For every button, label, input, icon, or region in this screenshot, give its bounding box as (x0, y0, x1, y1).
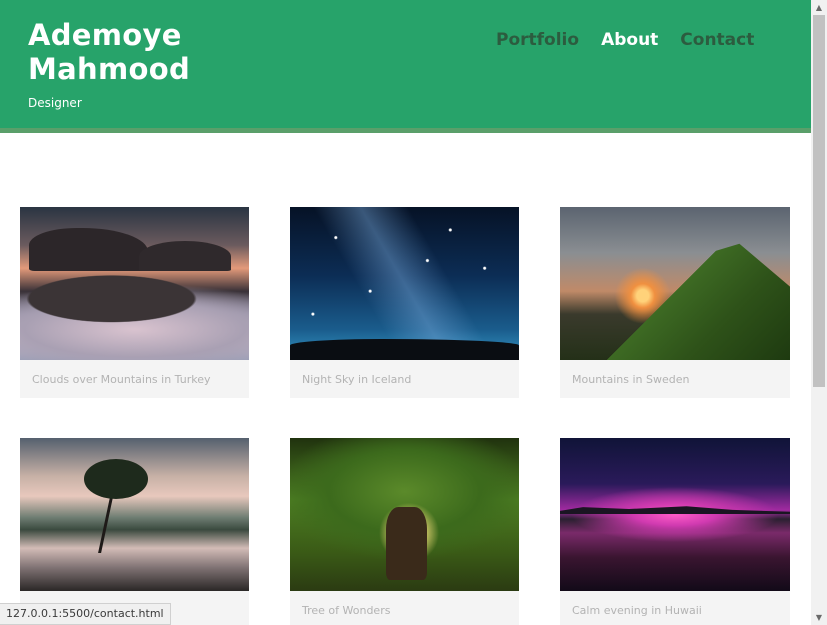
gallery-caption: Night Sky in Iceland (302, 373, 412, 386)
vertical-scrollbar[interactable]: ▲ ▼ (811, 0, 827, 625)
photo-gallery: Clouds over Mountains in Turkey Night Sk… (20, 207, 791, 625)
gallery-image[interactable] (20, 207, 249, 360)
scrollbar-thumb[interactable] (813, 15, 825, 387)
nav-link-about[interactable]: About (601, 30, 658, 50)
gallery-image[interactable] (290, 438, 519, 591)
gallery-card[interactable]: Clouds over Mountains in Turkey (20, 207, 249, 398)
link-status-bar: 127.0.0.1:5500/contact.html (0, 603, 171, 625)
gallery-card[interactable]: Tree of Wonders (290, 438, 519, 625)
gallery-image[interactable] (560, 207, 790, 360)
gallery-caption: Calm evening in Huwaii (572, 604, 702, 617)
nav-link-portfolio[interactable]: Portfolio (496, 30, 579, 50)
gallery-image[interactable] (20, 438, 249, 591)
gallery-card[interactable]: Night Sky in Iceland (290, 207, 519, 398)
gallery-image[interactable] (560, 438, 790, 591)
gallery-caption: Tree of Wonders (302, 604, 391, 617)
main-nav: Portfolio About Contact (496, 30, 754, 50)
gallery-card[interactable] (20, 438, 249, 625)
gallery-caption: Mountains in Sweden (572, 373, 690, 386)
gallery-card[interactable]: Mountains in Sweden (560, 207, 790, 398)
site-tagline: Designer (28, 96, 82, 110)
gallery-caption: Clouds over Mountains in Turkey (32, 373, 211, 386)
gallery-image[interactable] (290, 207, 519, 360)
nav-link-contact[interactable]: Contact (680, 30, 754, 50)
site-header: Ademoye Mahmood Designer Portfolio About… (0, 0, 811, 133)
gallery-card[interactable]: Calm evening in Huwaii (560, 438, 790, 625)
triangle-up-icon[interactable]: ▲ (811, 0, 827, 15)
site-title: Ademoye Mahmood (28, 18, 190, 86)
triangle-down-icon[interactable]: ▼ (811, 610, 827, 625)
